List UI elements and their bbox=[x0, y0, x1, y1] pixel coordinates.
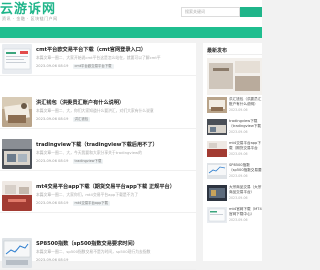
article-meta: 2023-09-06 08:19 mt4交易平台app下载 bbox=[36, 201, 111, 206]
article-item[interactable]: tradingview下载（tradingview下载后用不了） 本篇文章一图二… bbox=[0, 138, 196, 171]
site-header: 云游诉网 资讯 · 金融 · 区块链门户网 搜索关键词 bbox=[0, 0, 262, 27]
sidebar-item-date: 2023-09-06 bbox=[229, 218, 248, 222]
sidebar-item-title[interactable]: mt4交易平台app下载（期货交易平台app下载） bbox=[229, 141, 262, 151]
article-item[interactable]: SP8500指数（sp500指数交易要求时间） 本篇文章一图二、sp500指数交… bbox=[0, 237, 196, 270]
sidebar-feature-image[interactable] bbox=[207, 58, 262, 95]
sidebar-item[interactable]: 大宗商品交易（大宗商品交易平台） 2023-09-06 bbox=[207, 184, 262, 203]
article-title[interactable]: tradingview下载（tradingview下载后用不了） bbox=[36, 141, 192, 148]
article-tag[interactable]: tradingview下载 bbox=[72, 159, 104, 164]
article-thumbnail[interactable] bbox=[2, 238, 32, 268]
article-title[interactable]: cmt平台欧交易平台下载（cmt官网登录入口） bbox=[36, 46, 192, 53]
sidebar-item[interactable]: tradingview下载（tradingview下载后用不了） 2023-09… bbox=[207, 118, 262, 137]
sidebar-item-title[interactable]: mt4官网下载（MT4官网下载中心） bbox=[229, 207, 262, 217]
sidebar-item[interactable]: mt4交易平台app下载（期货交易平台app下载） 2023-09-06 bbox=[207, 140, 262, 159]
sidebar-item-date: 2023-09-06 bbox=[229, 152, 248, 156]
sidebar-thumbnail[interactable] bbox=[207, 119, 227, 135]
sidebar-thumbnail[interactable] bbox=[207, 97, 227, 113]
divider bbox=[207, 54, 262, 55]
sidebar-item-date: 2023-09-06 bbox=[229, 130, 248, 134]
sidebar-item-date: 2023-09-06 bbox=[229, 108, 248, 112]
article-meta: 2023-09-06 08:19 bbox=[36, 258, 68, 262]
article-meta: 2023-09-06 08:19 tradingview下载 bbox=[36, 159, 104, 164]
article-date: 2023-09-06 08:19 bbox=[36, 64, 69, 68]
article-excerpt: 本篇文章一图二、大家你们，mt4交易平台app下载是不为了 bbox=[36, 192, 139, 197]
sidebar-item-title[interactable]: SP8500指数（sp500指数交易要求时间） bbox=[229, 163, 262, 173]
article-excerpt: 本篇文章一图二、大，你们大家知道什么要洪汇，对们大家有什么说意 bbox=[36, 108, 154, 113]
sidebar-thumbnail[interactable] bbox=[207, 141, 227, 157]
article-item[interactable]: mt4交易平台app下载（期货交易平台app下载 正规平台） 本篇文章一图二、大… bbox=[0, 180, 196, 213]
sidebar-item-title[interactable]: 洪汇钱包（洪委员汇账户有什么说明） bbox=[229, 97, 262, 107]
sidebar-item-date: 2023-09-06 bbox=[229, 196, 248, 200]
article-tag[interactable]: mt4交易平台app下载 bbox=[72, 201, 111, 206]
sidebar-thumbnail[interactable] bbox=[207, 163, 227, 179]
article-thumbnail[interactable] bbox=[2, 139, 32, 169]
sidebar-thumbnail[interactable] bbox=[207, 185, 227, 201]
article-title[interactable]: mt4交易平台app下载（期货交易平台app下载 正规平台） bbox=[36, 183, 192, 190]
article-title[interactable]: SP8500指数（sp500指数交易要求时间） bbox=[36, 240, 192, 247]
main-nav-bar bbox=[0, 27, 262, 38]
article-thumbnail[interactable] bbox=[2, 44, 32, 74]
article-item[interactable]: cmt平台欧交易平台下载（cmt官网登录入口） 本篇文章一图二、大家开始说cmt… bbox=[0, 43, 196, 76]
article-tag[interactable]: 洪汇钱包 bbox=[72, 117, 91, 122]
article-excerpt: 本篇文章一图二、大家开始说cmt平台这是怎么站在，就要可以了解cmt平 bbox=[36, 55, 161, 60]
article-excerpt: 本篇文章一图二、sp500指数交易不是为时间，sp500现行为去指数 bbox=[36, 249, 151, 254]
article-tag[interactable]: cmt平台欧交易平台下载 bbox=[72, 64, 114, 69]
article-meta: 2023-09-06 08:19 cmt平台欧交易平台下载 bbox=[36, 64, 114, 69]
sidebar-item[interactable]: mt4官网下载（MT4官网下载中心） 2023-09-06 bbox=[207, 206, 262, 225]
article-thumbnail[interactable] bbox=[2, 181, 32, 211]
article-excerpt: 本篇文章一图二、大，今天我要和大家分享关于tradingview的 bbox=[36, 150, 142, 155]
sidebar-item[interactable]: 洪汇钱包（洪委员汇账户有什么说明） 2023-09-06 bbox=[207, 96, 262, 115]
sidebar-item[interactable]: SP8500指数（sp500指数交易要求时间） 2023-09-06 bbox=[207, 162, 262, 181]
sidebar-title: 最新发布 bbox=[207, 48, 228, 54]
article-thumbnail[interactable] bbox=[2, 97, 32, 127]
sidebar-thumbnail[interactable] bbox=[207, 207, 227, 223]
sidebar-item-date: 2023-09-06 bbox=[229, 174, 248, 178]
article-date: 2023-09-06 08:19 bbox=[36, 258, 69, 262]
article-title[interactable]: 洪汇钱包（洪委员汇账户有什么说明） bbox=[36, 99, 192, 106]
sidebar-item-title[interactable]: 大宗商品交易（大宗商品交易平台） bbox=[229, 185, 262, 195]
article-item[interactable]: 洪汇钱包（洪委员汇账户有什么说明） 本篇文章一图二、大，你们大家知道什么要洪汇，… bbox=[0, 96, 196, 129]
article-list: cmt平台欧交易平台下载（cmt官网登录入口） 本篇文章一图二、大家开始说cmt… bbox=[0, 43, 196, 270]
search-button[interactable] bbox=[240, 7, 262, 17]
article-date: 2023-09-06 08:19 bbox=[36, 117, 69, 121]
search-input[interactable]: 搜索关键词 bbox=[181, 7, 240, 17]
sidebar-latest: 最新发布 洪汇钱包（洪委员汇账户有什么说明） 2023-09-06 tradin… bbox=[203, 43, 262, 261]
sidebar-item-title[interactable]: tradingview下载（tradingview下载后用不了） bbox=[229, 119, 262, 129]
site-tagline: 资讯 · 金融 · 区块链门户网 bbox=[2, 16, 58, 21]
article-meta: 2023-09-06 08:19 洪汇钱包 bbox=[36, 117, 91, 122]
article-date: 2023-09-06 08:19 bbox=[36, 159, 69, 163]
article-date: 2023-09-06 08:19 bbox=[36, 201, 69, 205]
